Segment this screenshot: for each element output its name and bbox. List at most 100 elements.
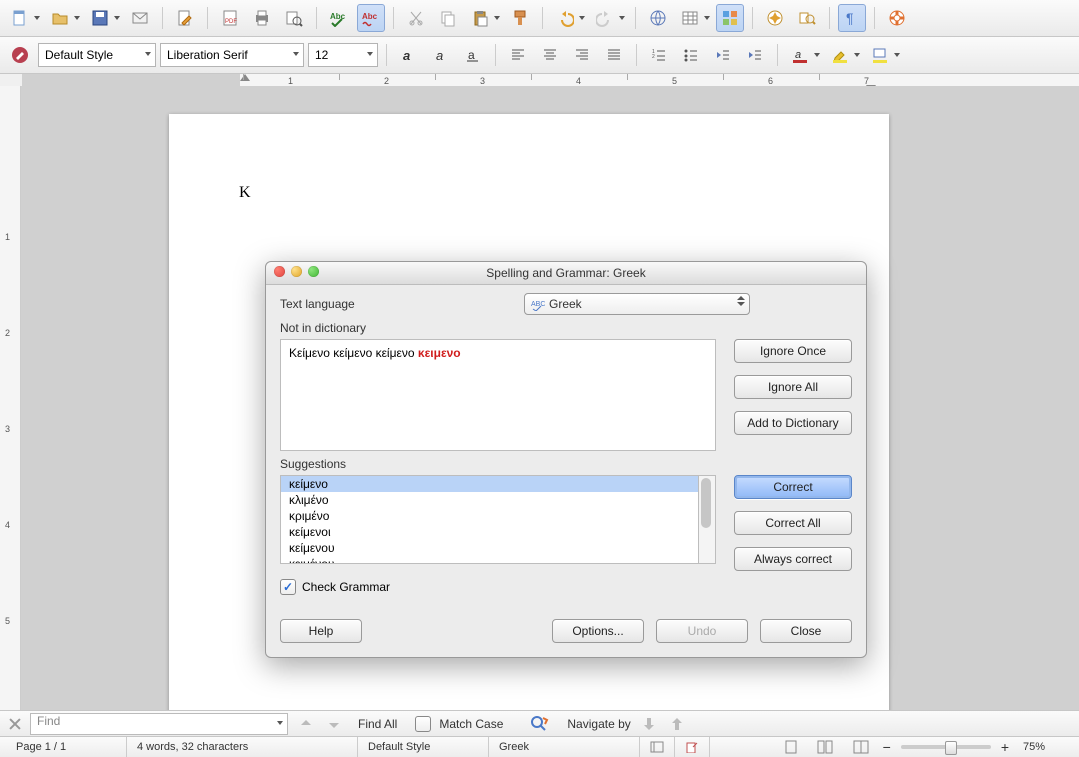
suggestions-scrollbar[interactable] — [699, 475, 716, 564]
document-area[interactable]: Κ Spelling and Grammar: Greek Text langu… — [21, 86, 1079, 711]
underline-button[interactable]: a — [459, 41, 487, 69]
undo-dialog-button: Undo — [656, 619, 748, 643]
suggestion-item[interactable]: κείμενο — [281, 476, 698, 492]
suggestion-item[interactable]: κείμενου — [281, 540, 698, 556]
edit-mode-button[interactable] — [171, 4, 199, 32]
align-justify-button[interactable] — [600, 41, 628, 69]
open-button[interactable] — [46, 4, 74, 32]
view-multi-page-icon[interactable] — [807, 737, 843, 757]
font-name-combo[interactable]: Liberation Serif — [160, 43, 304, 67]
always-correct-button[interactable]: Always correct — [734, 547, 852, 571]
close-window-icon[interactable] — [274, 266, 285, 277]
redo-button[interactable] — [591, 4, 619, 32]
options-button[interactable]: Options... — [552, 619, 644, 643]
styles-button[interactable] — [6, 41, 34, 69]
nav-next-button[interactable] — [667, 714, 687, 734]
sentence-textbox[interactable]: Κείμενο κείμενο κείμενο κειμενο — [280, 339, 716, 451]
help-button[interactable] — [883, 4, 911, 32]
zoom-button[interactable] — [793, 4, 821, 32]
find-placeholder: Find — [37, 714, 60, 728]
dialog-titlebar[interactable]: Spelling and Grammar: Greek — [266, 262, 866, 285]
svg-text:PDF: PDF — [225, 19, 237, 25]
paragraph-marks-button[interactable]: ¶ — [838, 4, 866, 32]
find-replace-icon[interactable] — [529, 714, 549, 734]
correct-button[interactable]: Correct — [734, 475, 852, 499]
navigator-button[interactable] — [761, 4, 789, 32]
increase-indent-button[interactable] — [741, 41, 769, 69]
suggestion-item[interactable]: κειμένου — [281, 556, 698, 564]
status-page[interactable]: Page 1 / 1 — [6, 737, 127, 757]
font-size-combo[interactable]: 12 — [308, 43, 378, 67]
suggestions-label: Suggestions — [280, 457, 852, 471]
nav-prev-button[interactable] — [639, 714, 659, 734]
highlight-button[interactable] — [826, 41, 854, 69]
view-single-page-icon[interactable] — [775, 737, 807, 757]
copy-button[interactable] — [434, 4, 462, 32]
undo-button[interactable] — [551, 4, 579, 32]
navigate-by-label: Navigate by — [567, 717, 630, 731]
spellcheck-button[interactable]: Abc — [325, 4, 353, 32]
paste-button[interactable] — [466, 4, 494, 32]
export-pdf-button[interactable]: PDF — [216, 4, 244, 32]
find-input[interactable]: Find — [30, 713, 288, 735]
paragraph-style-value: Default Style — [45, 48, 113, 62]
find-all-label[interactable]: Find All — [358, 717, 397, 731]
gallery-button[interactable] — [716, 4, 744, 32]
zoom-window-icon[interactable] — [308, 266, 319, 277]
bullet-list-button[interactable] — [677, 41, 705, 69]
clone-formatting-button[interactable] — [506, 4, 534, 32]
status-insert-mode[interactable] — [640, 737, 675, 757]
view-book-icon[interactable] — [843, 737, 879, 757]
match-case-checkbox[interactable] — [415, 716, 431, 732]
check-grammar-checkbox[interactable] — [280, 579, 296, 595]
status-signature[interactable] — [675, 737, 710, 757]
svg-text:Abc: Abc — [362, 12, 378, 21]
email-button[interactable] — [126, 4, 154, 32]
close-dialog-button[interactable]: Close — [760, 619, 852, 643]
table-button[interactable] — [676, 4, 704, 32]
italic-button[interactable]: a — [427, 41, 455, 69]
cut-button[interactable] — [402, 4, 430, 32]
document-text: Κ — [239, 184, 251, 202]
zoom-slider[interactable] — [901, 745, 991, 749]
bold-button[interactable]: a — [395, 41, 423, 69]
minimize-window-icon[interactable] — [291, 266, 302, 277]
ignore-once-button[interactable]: Ignore Once — [734, 339, 852, 363]
paragraph-style-combo[interactable]: Default Style — [38, 43, 156, 67]
highlight2-button[interactable] — [866, 41, 894, 69]
print-preview-button[interactable] — [280, 4, 308, 32]
status-lang[interactable]: Greek — [489, 737, 640, 757]
find-next-button[interactable] — [324, 714, 344, 734]
new-document-button[interactable] — [6, 4, 34, 32]
font-name-value: Liberation Serif — [167, 48, 248, 62]
help-button-dialog[interactable]: Help — [280, 619, 362, 643]
suggestions-list[interactable]: κείμενοκλιμένοκριμένοκείμενοικείμενουκει… — [280, 475, 699, 564]
align-center-button[interactable] — [536, 41, 564, 69]
numbered-list-button[interactable]: 12 — [645, 41, 673, 69]
save-button[interactable] — [86, 4, 114, 32]
ignore-all-button[interactable]: Ignore All — [734, 375, 852, 399]
print-button[interactable] — [248, 4, 276, 32]
suggestion-item[interactable]: κριμένο — [281, 508, 698, 524]
suggestion-item[interactable]: κείμενοι — [281, 524, 698, 540]
language-select[interactable]: ABC Greek — [524, 293, 750, 315]
status-words[interactable]: 4 words, 32 characters — [127, 737, 358, 757]
suggestion-item[interactable]: κλιμένο — [281, 492, 698, 508]
svg-text:a: a — [436, 48, 443, 63]
hyperlink-button[interactable] — [644, 4, 672, 32]
zoom-value[interactable]: 75% — [1013, 737, 1073, 757]
find-prev-button[interactable] — [296, 714, 316, 734]
decrease-indent-button[interactable] — [709, 41, 737, 69]
status-style[interactable]: Default Style — [358, 737, 489, 757]
correct-all-button[interactable]: Correct All — [734, 511, 852, 535]
zoom-out-button[interactable]: − — [879, 737, 895, 757]
find-toolbar: Find Find All Match Case Navigate by — [0, 710, 1079, 737]
font-color-button[interactable]: a — [786, 41, 814, 69]
add-to-dictionary-button[interactable]: Add to Dictionary — [734, 411, 852, 435]
svg-text:a: a — [403, 48, 410, 63]
close-findbar-icon[interactable] — [8, 717, 22, 731]
align-left-button[interactable] — [504, 41, 532, 69]
align-right-button[interactable] — [568, 41, 596, 69]
auto-spellcheck-button[interactable]: Abc — [357, 4, 385, 32]
zoom-in-button[interactable]: + — [997, 737, 1013, 757]
